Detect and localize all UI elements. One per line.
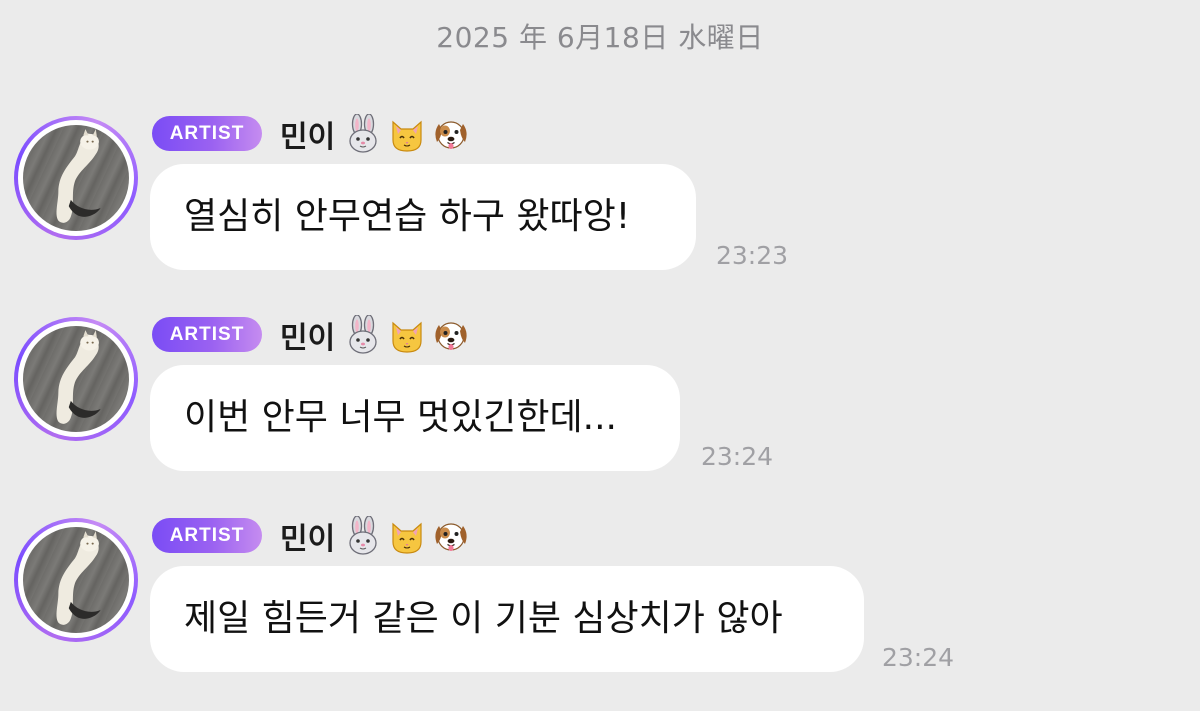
sender-nickname: 민이 (280, 120, 336, 155)
message-row: ARTIST 민이이번 안무 너무 멋있긴한데... 23:24 (0, 317, 1200, 497)
rabbit-face-icon (343, 315, 383, 355)
dog-face-icon (431, 516, 471, 556)
avatar-ring (18, 120, 134, 236)
artist-badge: ARTIST (152, 518, 262, 553)
avatar-photo (23, 527, 129, 633)
sender-nickname: 민이 (280, 522, 336, 557)
message-time: 23:24 (701, 442, 774, 471)
message-bubble[interactable]: 열심히 안무연습 하구 왔따앙! (150, 164, 696, 270)
cat-photo-icon (23, 326, 127, 430)
sender-nickname: 민이 (280, 321, 336, 356)
message-time: 23:23 (716, 241, 789, 270)
date-separator: 2025 年 6月18日 水曜日 (436, 21, 764, 54)
avatar-ring (18, 522, 134, 638)
avatar-photo (23, 326, 129, 432)
rabbit-face-icon (343, 114, 383, 154)
dog-face-icon (431, 315, 471, 355)
sender-name[interactable]: 민이 (280, 112, 471, 156)
artist-badge: ARTIST (152, 317, 262, 352)
cat-photo-icon (23, 527, 127, 631)
avatar-photo (23, 125, 129, 231)
cat-face-icon (387, 114, 427, 154)
rabbit-face-icon (343, 516, 383, 556)
message-row: ARTIST 민이열심히 안무연습 하구 왔따앙! 23:23 (0, 116, 1200, 296)
cat-photo-icon (23, 125, 127, 229)
message-bubble[interactable]: 제일 힘든거 같은 이 기분 심상치가 않아 (150, 566, 864, 672)
message-time: 23:24 (882, 643, 955, 672)
avatar[interactable] (14, 317, 138, 441)
sender-name[interactable]: 민이 (280, 313, 471, 357)
dog-face-icon (431, 114, 471, 154)
message-row: ARTIST 민이제일 힘든거 같은 이 기분 심상치가 않아 23:24 (0, 518, 1200, 698)
cat-face-icon (387, 516, 427, 556)
avatar[interactable] (14, 116, 138, 240)
artist-badge: ARTIST (152, 116, 262, 151)
avatar-ring (18, 321, 134, 437)
avatar[interactable] (14, 518, 138, 642)
message-bubble[interactable]: 이번 안무 너무 멋있긴한데... (150, 365, 680, 471)
sender-name[interactable]: 민이 (280, 514, 471, 558)
cat-face-icon (387, 315, 427, 355)
